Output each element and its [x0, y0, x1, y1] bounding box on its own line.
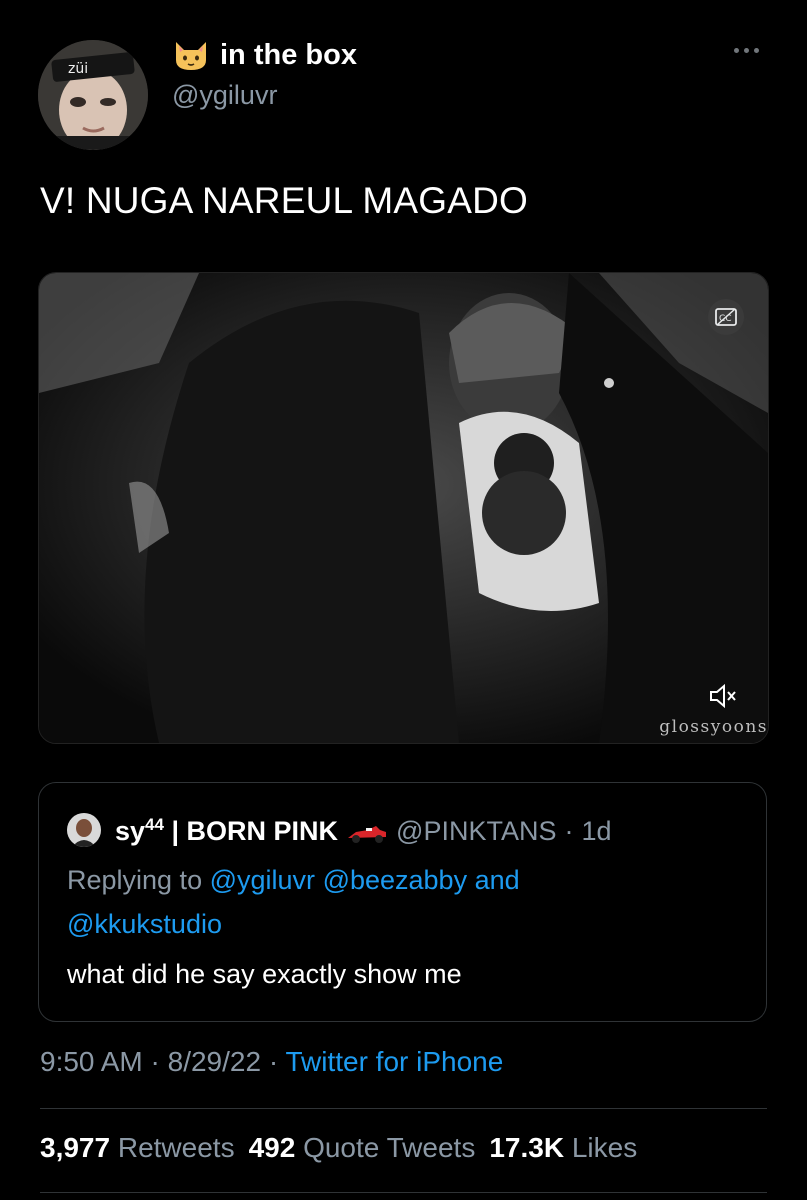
engagement-stats: 3,977 Retweets 492 Quote Tweets 17.3K Li…	[40, 1132, 637, 1164]
tweet-source-link[interactable]: Twitter for iPhone	[285, 1046, 503, 1077]
meta-separator: ·	[150, 1046, 160, 1077]
cat-face-icon	[172, 38, 210, 72]
avatar-headband-text: züi	[68, 61, 88, 77]
quoted-tweet-text: what did he say exactly show me	[67, 959, 462, 989]
tweet-text: V! NUGA NAREUL MAGADO	[40, 180, 529, 221]
divider	[40, 1108, 767, 1109]
mention-link[interactable]: @ygiluvr	[210, 865, 315, 895]
likes-count: 17.3K	[489, 1132, 565, 1163]
quoted-separator: ·	[564, 816, 574, 846]
retweets-label: Retweets	[117, 1132, 235, 1163]
author-handle[interactable]: @ygiluvr	[172, 80, 277, 111]
quoted-author-avatar[interactable]	[67, 813, 101, 847]
avatar-photo: züi	[38, 40, 148, 150]
mention-link[interactable]: @kkukstudio	[67, 909, 222, 939]
tweet-video[interactable]: CC glossyoons	[38, 272, 769, 744]
replying-to-line-1: Replying to @ygiluvr @beezabby and	[67, 865, 520, 896]
quote-tweets-count: 492	[248, 1132, 296, 1163]
quoted-time: 1d	[581, 816, 612, 846]
author-avatar[interactable]: züi	[38, 40, 148, 150]
replying-to-label: Replying to	[67, 865, 203, 895]
retweets-count: 3,977	[40, 1132, 111, 1163]
author-display-name: in the box	[220, 38, 357, 71]
quoted-handle[interactable]: @PINKTANS	[396, 816, 556, 847]
quote-tweets-stat[interactable]: 492 Quote Tweets	[249, 1132, 476, 1164]
tweet-date[interactable]: 8/29/22	[168, 1046, 261, 1077]
quoted-tweet[interactable]: sy44 | BORN PINK @PINKTANS · 1d Replying t…	[38, 782, 767, 1022]
retweets-stat[interactable]: 3,977 Retweets	[40, 1132, 235, 1164]
quoted-name-suffix: | BORN PINK	[163, 816, 339, 846]
quote-tweets-label: Quote Tweets	[303, 1132, 476, 1163]
closed-captions-icon[interactable]: CC	[708, 299, 744, 335]
quoted-header: sy44 | BORN PINK @PINKTANS · 1d	[115, 815, 612, 847]
speaker-muted-icon[interactable]	[708, 683, 738, 709]
replying-to-line-2: @kkukstudio	[67, 909, 222, 940]
author-name-row[interactable]: in the box	[172, 38, 357, 72]
and-others-link[interactable]: and	[475, 865, 520, 895]
video-watermark: glossyoons	[659, 717, 768, 737]
quoted-name-superscript: 44	[145, 815, 164, 834]
mention-link[interactable]: @beezabby	[323, 865, 468, 895]
meta-separator: ·	[268, 1046, 279, 1077]
more-options-icon[interactable]	[734, 40, 768, 60]
divider	[40, 1192, 767, 1193]
video-frame	[39, 273, 768, 743]
likes-stat[interactable]: 17.3K Likes	[489, 1132, 637, 1164]
likes-label: Likes	[571, 1132, 638, 1163]
race-car-icon	[346, 820, 388, 843]
quoted-display-name[interactable]: sy44 | BORN PINK	[115, 815, 338, 847]
tweet-time[interactable]: 9:50 AM	[40, 1046, 143, 1077]
quoted-name-text: sy	[115, 816, 146, 846]
tweet-meta: 9:50 AM · 8/29/22 · Twitter for iPhone	[40, 1046, 503, 1078]
